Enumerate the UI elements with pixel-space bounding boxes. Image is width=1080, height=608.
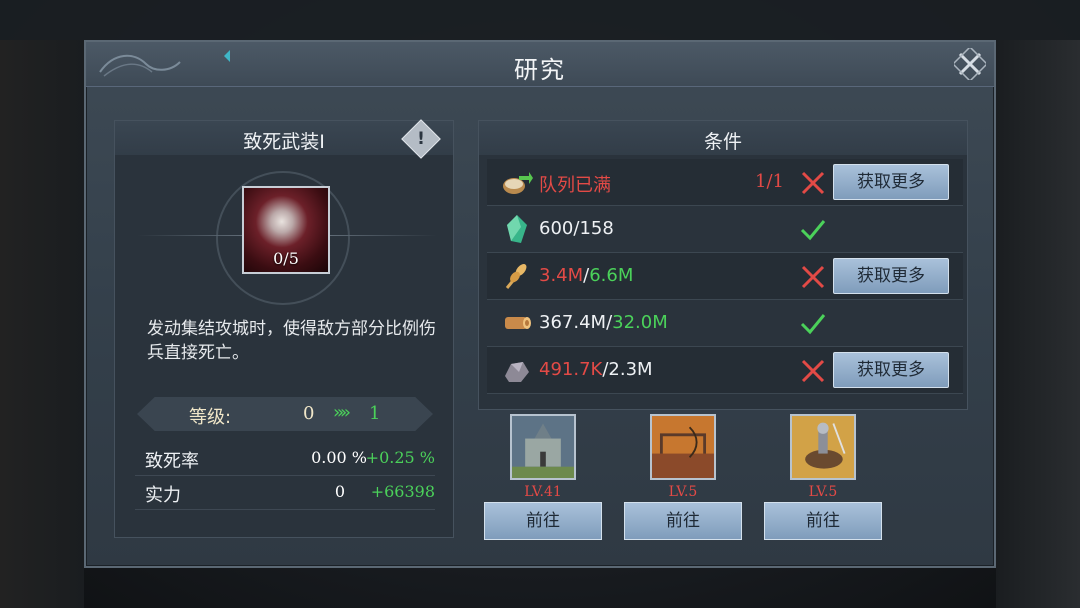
get-more-button[interactable]: 获取更多: [833, 258, 949, 294]
building-level: LV.5: [808, 484, 838, 500]
skull-skill-icon[interactable]: 0/5: [242, 186, 330, 274]
double-arrow-icon: »»: [333, 402, 351, 423]
conditions-title: 条件: [703, 131, 742, 153]
research-dialog: 研究 致死武装I ! 0/5 发动集结攻城时，使得敌方部分比例伤兵直接死亡。 等…: [84, 40, 996, 568]
castle-building-icon[interactable]: [510, 414, 576, 480]
condition-row-wheat: 3.4M/6.6M 获取更多: [487, 253, 963, 300]
crystal-icon: [507, 215, 527, 243]
condition-count: 1/1: [755, 171, 784, 192]
wood-icon: [505, 317, 531, 329]
cross-icon: [801, 359, 825, 383]
stat-row-lethality: 致死率 0.00 % +0.25 %: [135, 443, 435, 476]
condition-text: 600/158: [539, 218, 614, 239]
level-bar: 等级: 0 »» 1: [137, 397, 433, 431]
stat-increase: +0.25 %: [365, 448, 435, 467]
resource-required: 158: [579, 218, 614, 239]
stat-value: 0: [334, 482, 345, 501]
stat-name: 致死率: [145, 451, 199, 472]
condition-text: 队列已满: [539, 175, 611, 196]
go-button[interactable]: 前往: [484, 502, 602, 540]
check-icon: [800, 220, 826, 241]
wheat-icon: [505, 264, 527, 289]
resource-required: 32.0M: [612, 312, 668, 333]
stat-row-power: 实力 0 +66398: [135, 477, 435, 510]
conditions-header: 条件: [479, 121, 967, 155]
resource-current: 3.4M: [539, 265, 584, 286]
background-top: [0, 0, 1080, 40]
skill-header: 致死武装I !: [115, 119, 453, 159]
building-level: LV.5: [668, 484, 698, 500]
resource-current: 367.4M: [539, 312, 607, 333]
cross-icon: [801, 265, 825, 289]
ore-icon: [505, 362, 529, 382]
skill-progress: 0/5: [273, 249, 299, 268]
resource-current: 491.7K: [539, 359, 603, 380]
conditions-panel[interactable]: 条件 队列已满 1/1 获取更多 600/158 3.4M/6.6M 获取更多 …: [478, 120, 968, 410]
skill-icon-area: 0/5: [115, 155, 453, 311]
check-icon: [800, 314, 826, 335]
condition-row-crystal: 600/158: [487, 206, 963, 253]
go-button[interactable]: 前往: [624, 502, 742, 540]
condition-text: 367.4M/32.0M: [539, 312, 668, 333]
condition-text: 3.4M/6.6M: [539, 265, 634, 286]
background-right: [996, 40, 1080, 608]
level-label: 等级:: [189, 407, 232, 428]
queue-icon: [503, 172, 533, 194]
skill-panel: 致死武装I ! 0/5 发动集结攻城时，使得敌方部分比例伤兵直接死亡。 等级: …: [114, 119, 454, 538]
condition-text: 491.7K/2.3M: [539, 359, 653, 380]
close-icon[interactable]: [954, 48, 986, 80]
condition-row-queue: 队列已满 1/1 获取更多: [487, 159, 963, 206]
condition-row-wood: 367.4M/32.0M: [487, 300, 963, 347]
go-button[interactable]: 前往: [764, 502, 882, 540]
background-left: [0, 40, 84, 608]
level-current: 0: [303, 403, 315, 424]
get-more-button[interactable]: 获取更多: [833, 164, 949, 200]
building-level: LV.41: [524, 484, 562, 500]
resource-required: 2.3M: [608, 359, 653, 380]
resource-current: 600: [539, 218, 574, 239]
stat-name: 实力: [145, 485, 181, 506]
dialog-title: 研究: [514, 56, 566, 84]
cross-icon: [801, 171, 825, 195]
skill-description: 发动集结攻城时，使得敌方部分比例伤兵直接死亡。: [147, 319, 436, 363]
get-more-button[interactable]: 获取更多: [833, 352, 949, 388]
level-next: 1: [369, 403, 381, 424]
cavalry-building-icon[interactable]: [790, 414, 856, 480]
resource-required: 6.6M: [589, 265, 634, 286]
archery-building-icon[interactable]: [650, 414, 716, 480]
condition-row-ore: 491.7K/2.3M 获取更多: [487, 347, 963, 394]
stat-increase: +66398: [370, 482, 435, 501]
stat-value: 0.00 %: [311, 448, 367, 467]
dialog-titlebar: 研究: [86, 42, 994, 87]
